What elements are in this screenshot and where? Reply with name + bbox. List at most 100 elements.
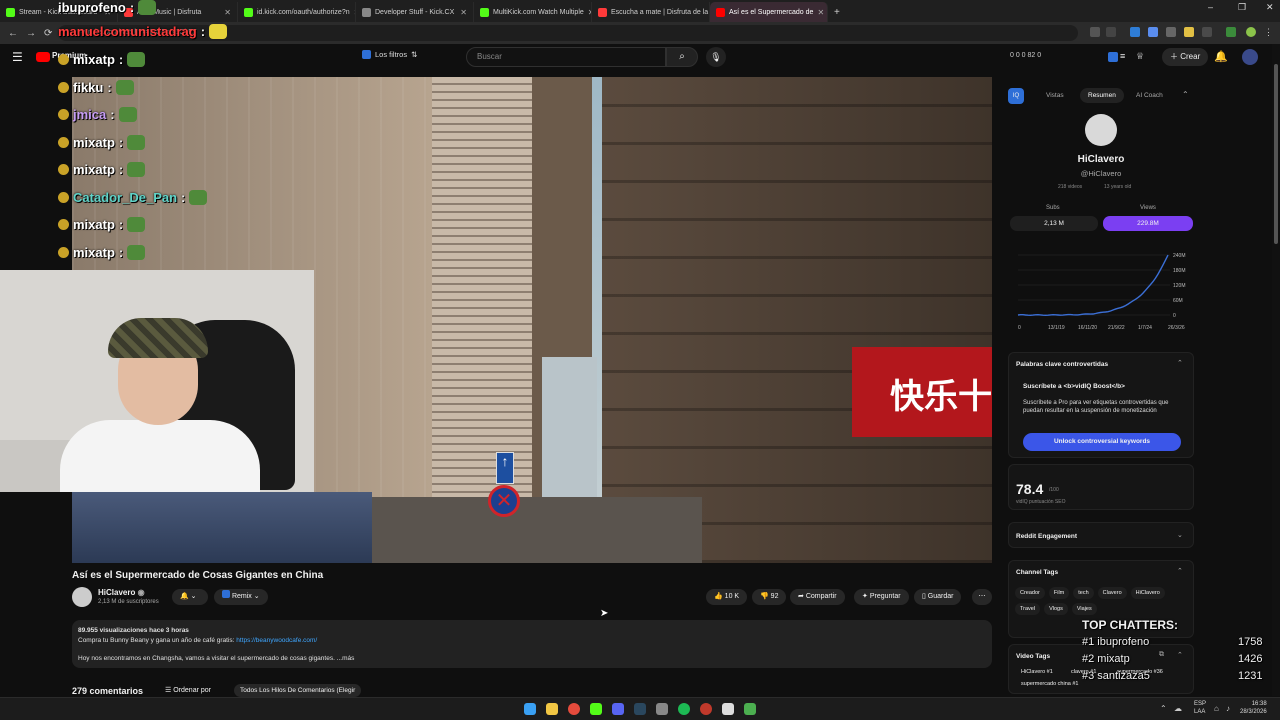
search-input[interactable]: Buscar (466, 47, 666, 67)
close-window-icon[interactable]: ✕ (1266, 2, 1274, 13)
extension-icon[interactable] (1166, 27, 1176, 37)
more-options-button[interactable]: ⋯ (972, 589, 992, 605)
remix-button[interactable]: Remix ⌄ (214, 589, 268, 605)
tray-chevron-icon[interactable]: ⌃ (1160, 704, 1167, 713)
unlock-keywords-button[interactable]: Unlock controversial keywords (1023, 433, 1181, 451)
channel-tag[interactable]: Travel (1015, 603, 1041, 615)
reddit-engagement-card[interactable]: Reddit Engagement ⌄ (1008, 522, 1194, 548)
chat-message: mixatp: (58, 52, 146, 67)
chatter-name: #1 ibuprofeno (1082, 636, 1150, 648)
trophy-icon[interactable]: ♕ (1136, 51, 1144, 62)
page-scrollbar[interactable] (1272, 44, 1280, 696)
vidiq-icon[interactable] (1108, 52, 1118, 62)
reload-icon[interactable]: ⟳ (44, 28, 52, 39)
close-icon[interactable]: ✕ (817, 8, 824, 17)
tab-ai-coach[interactable]: AI Coach (1136, 92, 1163, 99)
hamburger-menu-icon[interactable]: ☰ (12, 50, 23, 64)
like-button[interactable]: 👍 10 K (706, 589, 748, 605)
description-more[interactable]: Hoy nos encontramos en Changsha, vamos a… (78, 654, 986, 664)
tab-vistas[interactable]: Vistas (1046, 92, 1064, 99)
sort-button[interactable]: ☰ Ordenar por (165, 686, 211, 694)
filters-button[interactable]: Los filtros ⇅ (362, 50, 417, 59)
extension-icon[interactable] (1226, 27, 1236, 37)
top-chatter-row: #1 ibuprofeno 1758 (1082, 636, 1267, 653)
notepad-icon[interactable] (656, 703, 668, 715)
scrollbar-thumb[interactable] (1274, 64, 1278, 244)
tab-label: MultiKick.com Watch Multiple (493, 8, 584, 16)
chat-username: Catador_De_Pan (73, 190, 178, 205)
list-icon[interactable]: ≡ (1120, 51, 1125, 61)
menu-icon[interactable]: ⋮ (1264, 27, 1274, 37)
forward-icon[interactable]: → (26, 28, 36, 39)
save-button[interactable]: ▯ Guardar (914, 589, 962, 605)
extension-icon[interactable] (1090, 27, 1100, 37)
top-chatters-title: TOP CHATTERS: (1082, 618, 1179, 632)
channel-tag[interactable]: Clavero (1097, 587, 1127, 599)
chevron-down-icon[interactable]: ⌄ (1177, 531, 1183, 539)
channel-avatar[interactable] (72, 587, 92, 607)
music-icon (598, 7, 607, 17)
browser-tab[interactable]: Developer Stuff - Kick.CX ✕ (356, 2, 474, 22)
vidiq-logo-icon: IQ (1008, 88, 1024, 104)
description-box[interactable]: 89.955 visualizaciones hace 3 horas Comp… (72, 620, 992, 668)
windows-start-icon[interactable] (524, 703, 536, 715)
app-icon[interactable] (722, 703, 734, 715)
chat-username: manuelcomunistadrag (58, 24, 197, 39)
maximize-icon[interactable]: ❐ (1238, 2, 1246, 13)
bookmark-icon[interactable] (1106, 27, 1116, 37)
comment-threads-select[interactable]: Todos Los Hilos De Comentarios (Elegir (234, 684, 362, 697)
channel-tag[interactable]: tech (1073, 587, 1094, 599)
extension-icon[interactable] (1130, 27, 1140, 37)
close-icon[interactable]: ✕ (460, 8, 467, 17)
vidiq-channel-handle: @HiClavero (1080, 169, 1122, 178)
minimize-icon[interactable]: – (1208, 2, 1213, 12)
microphone-icon[interactable]: 🎙 (706, 47, 726, 67)
ask-button[interactable]: ✦ Preguntar (854, 589, 909, 605)
browser-tab[interactable]: MultiKick.com Watch Multiple✕ (474, 2, 592, 22)
collapse-icon[interactable]: ⌃ (1177, 567, 1183, 575)
channel-tag[interactable]: HiClavero (1130, 587, 1165, 599)
extension-icon[interactable] (1202, 27, 1212, 37)
app-icon[interactable] (744, 703, 756, 715)
channel-name[interactable]: HiClavero ◉ (98, 588, 145, 597)
volume-icon[interactable]: ♪ (1226, 704, 1230, 713)
bell-icon[interactable]: 🔔 (1214, 50, 1228, 63)
kick-icon[interactable] (590, 703, 602, 715)
channel-tag[interactable]: Vlogs (1044, 603, 1068, 615)
webcam-cap (108, 318, 208, 358)
tab-resumen[interactable]: Resumen (1080, 88, 1124, 103)
clock[interactable]: 16:38 28/3/2026 (1240, 700, 1267, 716)
search-icon[interactable]: ⌕ (666, 47, 698, 67)
extension-icon[interactable] (1184, 27, 1194, 37)
browser-tab[interactable]: Escucha a mate | Disfruta de la✕ (592, 2, 710, 22)
collapse-icon[interactable]: ⌃ (1177, 359, 1183, 367)
channel-tag[interactable]: Film (1048, 587, 1070, 599)
cloud-icon[interactable]: ☁ (1174, 704, 1182, 713)
spotify-icon[interactable] (678, 703, 690, 715)
chat-emote-icon (127, 135, 146, 150)
description-link[interactable]: https://beanywoodcafe.com/ (236, 637, 317, 644)
file-explorer-icon[interactable] (546, 703, 558, 715)
channel-tag[interactable]: Viajes (1071, 603, 1097, 615)
dislike-button[interactable]: 👎 92 (752, 589, 787, 605)
back-icon[interactable]: ← (8, 28, 18, 39)
obs-icon[interactable] (700, 703, 712, 715)
create-button[interactable]: ＋ Crear (1162, 48, 1209, 66)
views-value[interactable]: 229.8M (1103, 216, 1193, 231)
extension-icon[interactable] (1148, 27, 1158, 37)
channel-name-text[interactable]: HiClavero (98, 588, 135, 597)
youtube-logo-icon[interactable] (36, 52, 50, 62)
discord-icon[interactable] (612, 703, 624, 715)
profile-avatar[interactable] (1246, 27, 1256, 37)
new-tab-button[interactable]: + (828, 2, 846, 22)
steam-icon[interactable] (634, 703, 646, 715)
subscribe-bell-button[interactable]: 🔔 ⌄ (172, 589, 208, 605)
channel-tag[interactable]: Creador (1015, 587, 1045, 599)
network-icon[interactable]: ⌂ (1214, 704, 1219, 713)
language-indicator[interactable]: ESP LAA (1194, 700, 1206, 716)
chrome-icon[interactable] (568, 703, 580, 715)
account-avatar[interactable] (1242, 49, 1258, 65)
share-button[interactable]: ➦ Compartir (790, 589, 845, 605)
collapse-icon[interactable]: ⌃ (1182, 90, 1189, 99)
browser-tab-active[interactable]: Así es el Supermercado de ✕ (710, 2, 828, 22)
